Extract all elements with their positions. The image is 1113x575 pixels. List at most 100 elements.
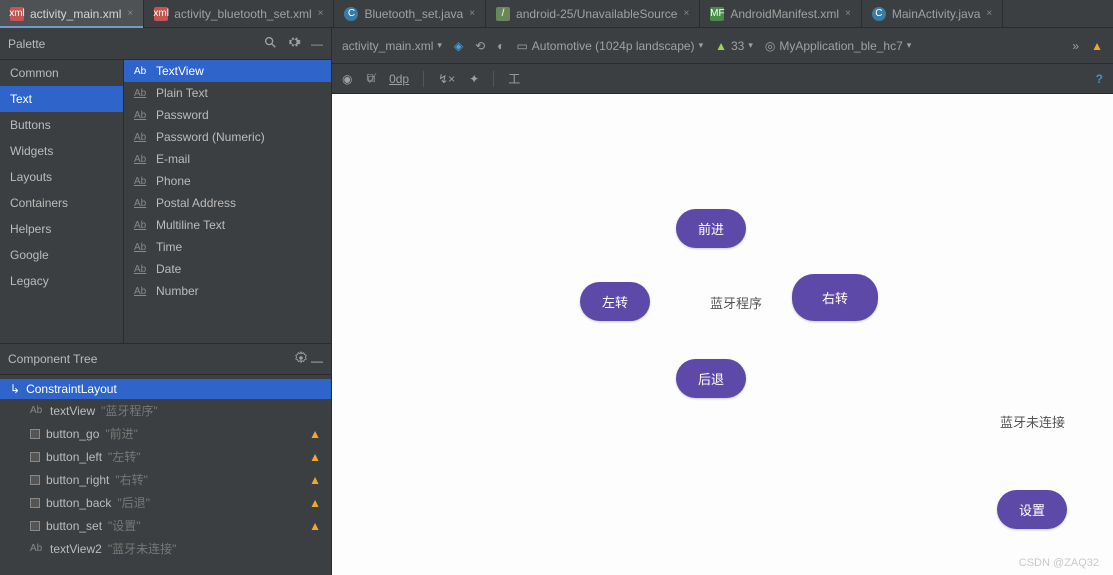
palette-widget[interactable]: AbMultiline Text (124, 214, 331, 236)
design-canvas[interactable]: 前进 左转 蓝牙程序 右转 后退 蓝牙未连接 设置 CSDN @ZAQ32 (332, 94, 1113, 575)
close-icon[interactable]: × (318, 8, 324, 19)
palette-category-google[interactable]: Google (0, 242, 123, 268)
warning-icon[interactable]: ▲ (309, 427, 321, 441)
close-icon[interactable]: × (127, 8, 133, 19)
tree-item-text: "设置" (108, 517, 141, 534)
java-icon: C (344, 7, 358, 21)
palette-widget[interactable]: AbPostal Address (124, 192, 331, 214)
tree-item[interactable]: button_set "设置" ▲ (0, 514, 331, 537)
close-icon[interactable]: × (845, 8, 851, 19)
chevron-down-icon: ▾ (437, 40, 442, 51)
chevron-right-icon[interactable]: » (1072, 39, 1079, 53)
palette-category-legacy[interactable]: Legacy (0, 268, 123, 294)
gear-icon[interactable] (287, 35, 301, 52)
tree-root[interactable]: ↳ ConstraintLayout (0, 379, 331, 399)
api-selector[interactable]: ▲ 33 ▾ (715, 39, 753, 53)
gear-icon[interactable] (294, 354, 311, 368)
watermark: CSDN @ZAQ32 (1019, 557, 1099, 569)
palette-widget[interactable]: AbE-mail (124, 148, 331, 170)
preview-button-go[interactable]: 前进 (676, 209, 746, 248)
preview-button-back[interactable]: 后退 (676, 359, 746, 398)
close-icon[interactable]: × (469, 8, 475, 19)
tree-item-name: button_set (46, 519, 102, 533)
close-icon[interactable]: × (683, 8, 689, 19)
text-widget-icon: Ab (134, 286, 148, 297)
palette-category-text[interactable]: Text (0, 86, 123, 112)
palette-category-helpers[interactable]: Helpers (0, 216, 123, 242)
palette-category-common[interactable]: Common (0, 60, 123, 86)
theme-selector[interactable]: ◎ MyApplication_ble_hc7 ▾ (765, 39, 911, 53)
widget-label: TextView (156, 64, 204, 78)
default-margin[interactable]: 0dp (389, 72, 409, 86)
warning-icon[interactable]: ▲ (309, 519, 321, 533)
palette-widget[interactable]: AbPlain Text (124, 82, 331, 104)
warning-icon[interactable]: ▲ (309, 473, 321, 487)
tree-item-text: "左转" (108, 448, 141, 465)
button-icon (30, 475, 40, 485)
tab-activity-main[interactable]: xml activity_main.xml × (0, 0, 144, 27)
palette-widget[interactable]: AbPassword (124, 104, 331, 126)
tree-item[interactable]: button_right "右转"▲ (0, 468, 331, 491)
tree-item-name: textView2 (50, 542, 102, 556)
tree-item[interactable]: Ab textView2 "蓝牙未连接" (0, 537, 331, 560)
preview-button-left[interactable]: 左转 (580, 282, 650, 321)
layers-icon[interactable]: ◈ (454, 39, 463, 53)
palette-widget[interactable]: AbDate (124, 258, 331, 280)
palette-widget[interactable]: AbTime (124, 236, 331, 258)
text-widget-icon: Ab (134, 264, 148, 275)
text-widget-icon: Ab (134, 198, 148, 209)
theme-icon: ◎ (765, 39, 775, 53)
tab-label: Bluetooth_set.java (364, 7, 463, 21)
warning-icon[interactable]: ▲ (309, 450, 321, 464)
design-toolbar: activity_main.xml ▾ ◈ ⟲ ◐ ▭ Automotive (… (332, 28, 1113, 64)
chevron-down-icon: ▾ (907, 40, 912, 51)
tab-unavailable-source[interactable]: / android-25/UnavailableSource × (486, 0, 700, 27)
eye-icon[interactable]: ◉ (342, 72, 352, 86)
palette-body: CommonTextButtonsWidgetsLayoutsContainer… (0, 60, 331, 343)
palette-category-buttons[interactable]: Buttons (0, 112, 123, 138)
tab-android-manifest[interactable]: MF AndroidManifest.xml × (700, 0, 862, 27)
text-icon: Ab (30, 405, 44, 416)
tab-main-activity-java[interactable]: C MainActivity.java × (862, 0, 1003, 27)
device-selector[interactable]: ▭ Automotive (1024p landscape) ▾ (516, 39, 703, 53)
canvas-wrap: 前进 左转 蓝牙程序 右转 后退 蓝牙未连接 设置 CSDN @ZAQ32 (332, 94, 1113, 575)
tree-item[interactable]: button_back "后退"▲ (0, 491, 331, 514)
tab-bluetooth-set-java[interactable]: C Bluetooth_set.java × (334, 0, 486, 27)
tree-item[interactable]: button_left "左转" ▲ (0, 445, 331, 468)
warning-icon[interactable]: ▲ (1091, 39, 1103, 53)
button-icon (30, 429, 40, 439)
guidelines-icon[interactable]: 工 (508, 70, 520, 87)
file-selector[interactable]: activity_main.xml ▾ (342, 39, 442, 53)
palette-widget[interactable]: AbNumber (124, 280, 331, 302)
night-icon[interactable]: ◐ (497, 39, 504, 53)
minimize-icon[interactable]: — (311, 37, 323, 51)
palette-widget[interactable]: AbTextView (124, 60, 331, 82)
palette-category-layouts[interactable]: Layouts (0, 164, 123, 190)
component-tree-title: Component Tree (8, 352, 97, 366)
chevron-down-icon: ▾ (748, 40, 753, 51)
preview-button-set[interactable]: 设置 (997, 490, 1067, 529)
help-icon[interactable]: ? (1096, 72, 1103, 86)
palette-category-widgets[interactable]: Widgets (0, 138, 123, 164)
tab-activity-bluetooth-set[interactable]: xml activity_bluetooth_set.xml × (144, 0, 334, 27)
palette-widget[interactable]: AbPassword (Numeric) (124, 126, 331, 148)
clear-constraints-icon[interactable]: ↯× (438, 72, 455, 86)
infer-constraints-icon[interactable]: ✦ (469, 72, 479, 86)
widget-label: Password (Numeric) (156, 130, 265, 144)
warning-icon[interactable]: ▲ (309, 496, 321, 510)
search-icon[interactable] (263, 35, 277, 52)
palette-widget[interactable]: AbPhone (124, 170, 331, 192)
close-icon[interactable]: × (986, 8, 992, 19)
preview-label-status: 蓝牙未连接 (1000, 412, 1065, 431)
orientation-icon[interactable]: ⟲ (475, 39, 485, 53)
tree-item-name: button_left (46, 450, 102, 464)
tree-item[interactable]: Ab textView "蓝牙程序" (0, 399, 331, 422)
magnet-icon[interactable]: ⧉̸ (366, 71, 375, 86)
palette-categories: CommonTextButtonsWidgetsLayoutsContainer… (0, 60, 124, 343)
preview-button-right[interactable]: 右转 (792, 274, 878, 321)
tree-item[interactable]: button_go "前进"▲ (0, 422, 331, 445)
minimize-icon[interactable]: — (311, 354, 323, 368)
palette-category-containers[interactable]: Containers (0, 190, 123, 216)
xml-icon: xml (10, 7, 24, 21)
palette-widgets: AbTextViewAbPlain TextAbPasswordAbPasswo… (124, 60, 331, 343)
